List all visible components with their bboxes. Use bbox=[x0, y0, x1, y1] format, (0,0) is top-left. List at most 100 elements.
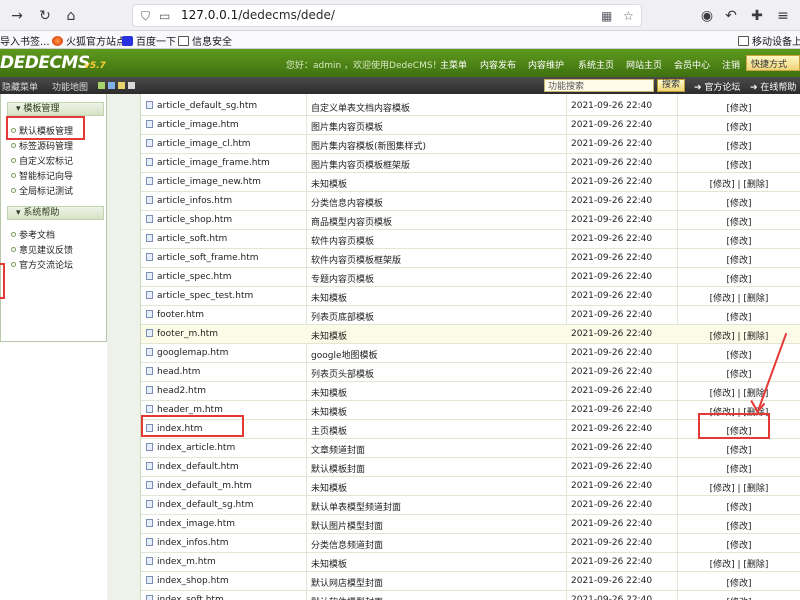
nav-logout[interactable]: 注销 bbox=[722, 58, 740, 71]
sidebar-item-tag-source[interactable]: 标签源码管理 bbox=[11, 139, 73, 152]
template-file-link[interactable]: article_image_cl.htm bbox=[146, 139, 251, 149]
template-file-link[interactable]: head.htm bbox=[146, 367, 200, 377]
nav-member[interactable]: 会员中心 bbox=[674, 58, 710, 71]
row-actions[interactable]: [修改] bbox=[677, 595, 800, 600]
sidebar-item-custom-macro[interactable]: 自定义宏标记 bbox=[11, 154, 73, 167]
row-actions[interactable]: [修改] | [删除] bbox=[677, 386, 800, 399]
theme-blue-icon[interactable] bbox=[108, 82, 115, 89]
row-actions[interactable]: [修改] | [删除] bbox=[677, 481, 800, 494]
template-file-link[interactable]: footer_m.htm bbox=[146, 329, 218, 339]
row-actions[interactable]: [修改] bbox=[677, 101, 800, 114]
row-actions[interactable]: [修改] bbox=[677, 234, 800, 247]
bookmark-baidu[interactable]: 百度一下 bbox=[122, 33, 176, 48]
template-file-link[interactable]: index_default_sg.htm bbox=[146, 500, 254, 510]
row-actions[interactable]: [修改] bbox=[677, 348, 800, 361]
template-file-link[interactable]: index_shop.htm bbox=[146, 576, 229, 586]
row-actions[interactable]: [修改] bbox=[677, 424, 800, 437]
quick-actions-button[interactable]: 快捷方式 bbox=[746, 55, 800, 71]
template-file-link[interactable]: index_infos.htm bbox=[146, 538, 229, 548]
row-actions[interactable]: [修改] bbox=[677, 139, 800, 152]
sidebar-item-global-test[interactable]: 全局标记测试 bbox=[11, 184, 73, 197]
search-button[interactable]: 搜索 bbox=[657, 79, 685, 92]
row-actions[interactable]: [修改] bbox=[677, 519, 800, 532]
template-file-link[interactable]: index_default_m.htm bbox=[146, 481, 252, 491]
row-actions[interactable]: [修改] bbox=[677, 367, 800, 380]
forward-icon[interactable]: → bbox=[8, 7, 26, 25]
section-system-help[interactable]: ▾ 系统帮助 bbox=[7, 206, 104, 220]
row-actions[interactable]: [修改] bbox=[677, 272, 800, 285]
template-file-link[interactable]: article_image_frame.htm bbox=[146, 158, 270, 168]
row-actions[interactable]: [修改] bbox=[677, 120, 800, 133]
home-icon[interactable]: ⌂ bbox=[62, 7, 80, 25]
template-file-link[interactable]: googlemap.htm bbox=[146, 348, 228, 358]
row-actions[interactable]: [修改] bbox=[677, 538, 800, 551]
template-file-link[interactable]: index_default.htm bbox=[146, 462, 239, 472]
template-file-link[interactable]: article_shop.htm bbox=[146, 215, 232, 225]
section-template-manage[interactable]: ▾ 模板管理 bbox=[7, 102, 104, 116]
template-file-link[interactable]: article_image.htm bbox=[146, 120, 239, 130]
nav-maintain[interactable]: 内容维护 bbox=[528, 58, 564, 71]
feature-map-link[interactable]: 功能地图 bbox=[52, 80, 88, 93]
account-icon[interactable]: ◉ bbox=[698, 7, 716, 25]
sidebar-item-feedback[interactable]: 意见建议反馈 bbox=[11, 243, 73, 256]
shield-icon[interactable]: ⛉ bbox=[141, 9, 150, 24]
row-actions[interactable]: [修改] bbox=[677, 196, 800, 209]
sidebar-item-default-templates[interactable]: 默认模板管理 bbox=[11, 124, 73, 137]
row-actions[interactable]: [修改] | [删除] bbox=[677, 291, 800, 304]
row-actions[interactable]: [修改] bbox=[677, 253, 800, 266]
bookmark-import[interactable]: 导入书签... bbox=[0, 33, 50, 48]
template-file-link[interactable]: header_m.htm bbox=[146, 405, 223, 415]
template-file-link[interactable]: article_image_new.htm bbox=[146, 177, 261, 187]
feature-search-input[interactable] bbox=[544, 79, 654, 92]
sidebar-item-smart-tag[interactable]: 智能标记向导 bbox=[11, 169, 73, 182]
extensions-icon[interactable]: ✚ bbox=[748, 7, 766, 25]
bookmark-firefox[interactable]: 火狐官方站点 bbox=[52, 33, 126, 48]
template-file-link[interactable]: index_article.htm bbox=[146, 443, 235, 453]
template-file-link[interactable]: article_soft_frame.htm bbox=[146, 253, 259, 263]
nav-system-home[interactable]: 系统主页 bbox=[578, 58, 614, 71]
row-actions[interactable]: [修改] bbox=[677, 158, 800, 171]
template-file-link[interactable]: article_infos.htm bbox=[146, 196, 232, 206]
nav-site-home[interactable]: 网站主页 bbox=[626, 58, 662, 71]
template-file-link[interactable]: index_image.htm bbox=[146, 519, 235, 529]
page-info-icon[interactable]: ▭ bbox=[159, 9, 170, 23]
template-file-link[interactable]: article_default_sg.htm bbox=[146, 101, 257, 111]
bookmark-security[interactable]: 信息安全 bbox=[178, 33, 232, 48]
sidebar-item-docs[interactable]: 参考文档 bbox=[11, 228, 55, 241]
row-actions[interactable]: [修改] bbox=[677, 500, 800, 513]
sidebar-item-forum[interactable]: 官方交流论坛 bbox=[11, 258, 73, 271]
address-bar[interactable]: ⛉ ▭ 127.0.0.1/dedecms/dede/ ▦ ☆ bbox=[132, 4, 642, 27]
row-actions[interactable]: [修改] bbox=[677, 576, 800, 589]
official-forum-link[interactable]: ➔ 官方论坛 bbox=[694, 80, 740, 93]
template-file-link[interactable]: index_soft.htm bbox=[146, 595, 224, 600]
template-file-link[interactable]: footer.htm bbox=[146, 310, 204, 320]
url-text[interactable]: 127.0.0.1/dedecms/dede/ bbox=[181, 8, 335, 22]
template-file-link[interactable]: article_soft.htm bbox=[146, 234, 227, 244]
qr-code-icon[interactable]: ▦ bbox=[601, 9, 612, 23]
nav-main-menu[interactable]: 主菜单 bbox=[440, 58, 467, 71]
theme-gray-icon[interactable] bbox=[128, 82, 135, 89]
row-actions[interactable]: [修改] | [删除] bbox=[677, 557, 800, 570]
theme-yellow-icon[interactable] bbox=[118, 82, 125, 89]
row-actions[interactable]: [修改] bbox=[677, 462, 800, 475]
back-arrow-icon[interactable]: ↶ bbox=[722, 7, 740, 25]
file-icon bbox=[146, 234, 153, 242]
row-actions[interactable]: [修改] bbox=[677, 443, 800, 456]
reload-icon[interactable]: ↻ bbox=[36, 7, 54, 25]
row-actions[interactable]: [修改] | [删除] bbox=[677, 177, 800, 190]
template-file-link[interactable]: index.htm bbox=[146, 424, 202, 434]
bookmark-mobile[interactable]: 移动设备上的 bbox=[738, 33, 800, 48]
online-help-link[interactable]: ➔ 在线帮助 bbox=[750, 80, 796, 93]
template-file-link[interactable]: article_spec.htm bbox=[146, 272, 231, 282]
row-actions[interactable]: [修改] bbox=[677, 310, 800, 323]
template-file-link[interactable]: head2.htm bbox=[146, 386, 206, 396]
nav-publish[interactable]: 内容发布 bbox=[480, 58, 516, 71]
template-file-link[interactable]: article_spec_test.htm bbox=[146, 291, 253, 301]
hide-menu-link[interactable]: 隐藏菜单 bbox=[2, 80, 38, 93]
menu-icon[interactable]: ≡ bbox=[774, 7, 792, 25]
row-actions[interactable]: [修改] | [删除] bbox=[677, 405, 800, 418]
template-file-link[interactable]: index_m.htm bbox=[146, 557, 216, 567]
bookmark-star-icon[interactable]: ☆ bbox=[623, 9, 634, 23]
theme-green-icon[interactable] bbox=[98, 82, 105, 89]
row-actions[interactable]: [修改] bbox=[677, 215, 800, 228]
